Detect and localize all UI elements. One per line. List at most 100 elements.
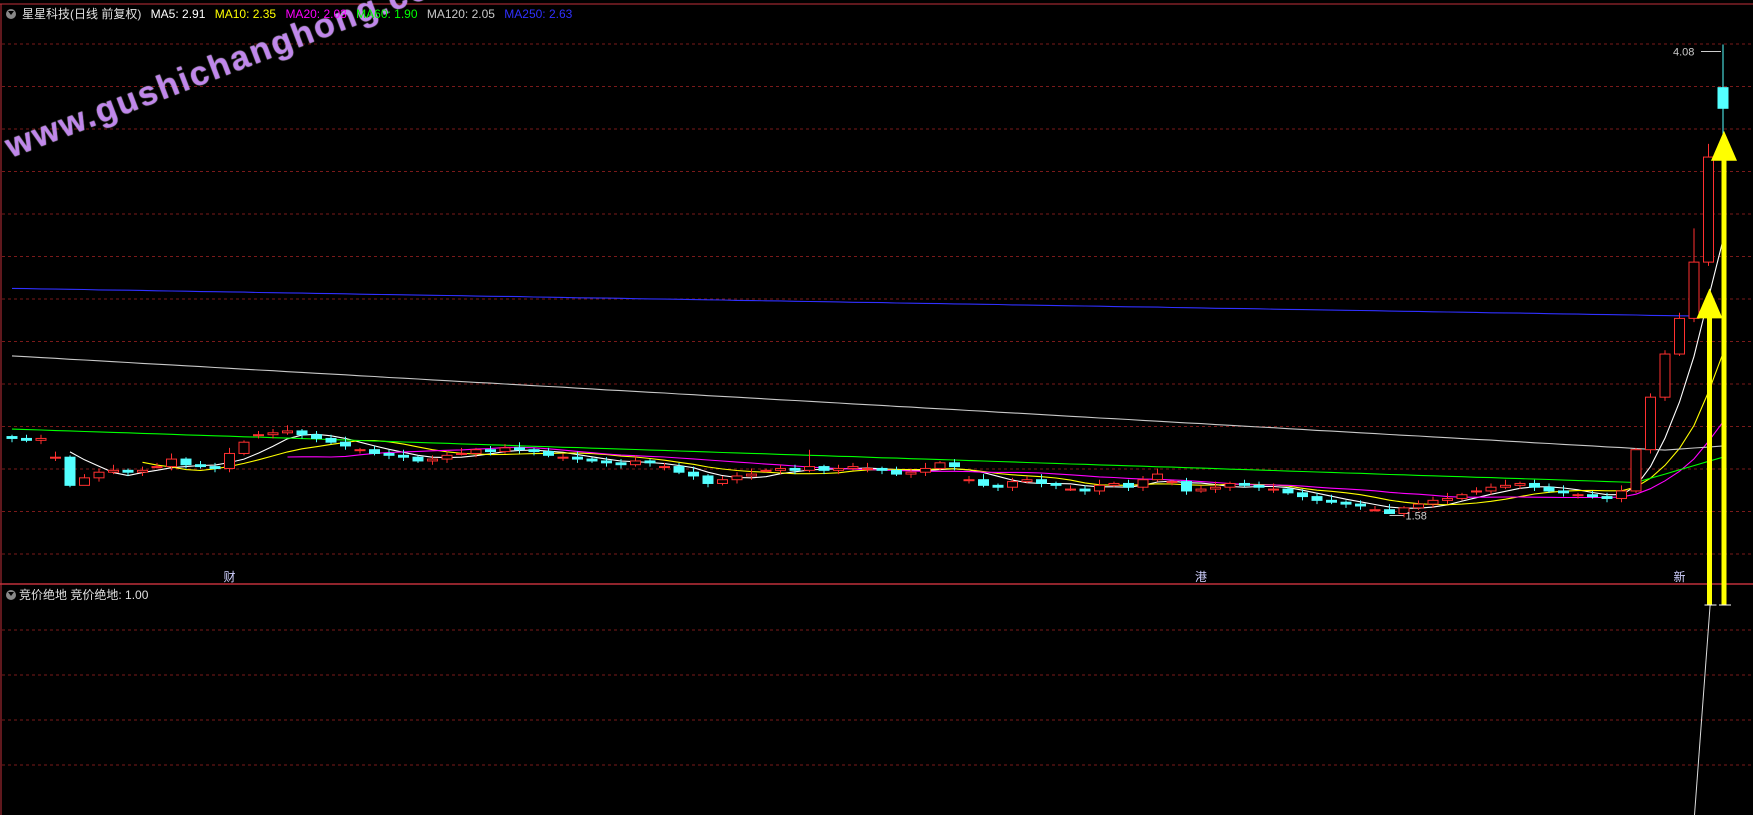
candle-body bbox=[1587, 494, 1598, 498]
candle-body bbox=[1572, 494, 1584, 497]
candle bbox=[1065, 485, 1076, 491]
candle-body bbox=[485, 449, 496, 453]
candle-body bbox=[1340, 501, 1352, 505]
candle bbox=[731, 472, 743, 484]
candle-body bbox=[6, 436, 18, 439]
main-panel-header: 星星科技(日线 前复权) MA5: 2.91 MA10: 2.35 MA20: … bbox=[6, 5, 578, 22]
candle-body bbox=[1688, 261, 1700, 319]
candle-body bbox=[35, 437, 47, 441]
candle-body bbox=[862, 467, 873, 470]
candle-body bbox=[1239, 482, 1250, 486]
candle bbox=[804, 449, 815, 473]
candle-body bbox=[905, 471, 917, 475]
candle bbox=[195, 460, 206, 469]
candle-body bbox=[688, 471, 699, 477]
candle-body bbox=[1413, 503, 1424, 509]
candle-body bbox=[21, 437, 32, 441]
candle-body bbox=[1485, 486, 1497, 492]
candle bbox=[644, 459, 656, 467]
candle-body bbox=[731, 475, 743, 481]
candle-body bbox=[528, 449, 540, 453]
candle bbox=[1456, 492, 1468, 501]
ma-line-ma120 bbox=[11, 355, 1724, 451]
candle-body bbox=[543, 451, 554, 456]
candle bbox=[296, 429, 308, 439]
candle-body bbox=[746, 473, 757, 477]
candle-body bbox=[1224, 482, 1236, 488]
candle-body bbox=[151, 466, 163, 469]
collapse-icon[interactable] bbox=[6, 9, 16, 19]
candle bbox=[50, 451, 61, 461]
event-marker[interactable]: 港 bbox=[1195, 570, 1207, 584]
candle bbox=[1137, 475, 1149, 491]
candle-body bbox=[253, 434, 264, 437]
candle-body bbox=[833, 467, 844, 471]
candle bbox=[224, 447, 235, 473]
candle-body bbox=[978, 479, 989, 486]
candle-body bbox=[1659, 353, 1671, 398]
candle bbox=[876, 466, 888, 475]
annotations: 4.08 1.58 财 港 新 bbox=[224, 47, 1721, 815]
candle-body bbox=[340, 441, 351, 447]
candle-body bbox=[93, 471, 105, 479]
candle-body bbox=[238, 441, 250, 454]
candle-body bbox=[1514, 482, 1526, 486]
high-label: 4.08 bbox=[1673, 47, 1694, 59]
candle-body bbox=[1384, 509, 1395, 514]
candle bbox=[978, 474, 989, 488]
candle bbox=[717, 475, 728, 486]
candle-body bbox=[166, 458, 177, 468]
ma120-label: MA120: 2.05 bbox=[426, 7, 495, 21]
candle-body bbox=[267, 432, 279, 436]
candle-body bbox=[195, 464, 206, 468]
candle bbox=[1094, 479, 1105, 495]
candle bbox=[340, 436, 351, 450]
candle-body bbox=[1137, 479, 1149, 488]
candle bbox=[1239, 479, 1250, 488]
event-marker[interactable]: 新 bbox=[1674, 569, 1686, 584]
candle-body bbox=[1094, 484, 1105, 492]
candle-body bbox=[282, 430, 293, 434]
candle bbox=[586, 457, 598, 463]
candle-body bbox=[1326, 499, 1337, 503]
candle bbox=[1007, 477, 1018, 491]
candle-body bbox=[572, 456, 583, 460]
candle-body bbox=[1036, 479, 1047, 484]
candle-body bbox=[1181, 481, 1192, 492]
candle-body bbox=[470, 449, 482, 454]
candle-body bbox=[1500, 484, 1511, 488]
ma250-label: MA250: 2.63 bbox=[504, 7, 573, 21]
sub-panel-title: 竞价绝地 bbox=[19, 588, 68, 602]
candle-body bbox=[1065, 488, 1076, 491]
candle bbox=[1688, 228, 1700, 323]
candle bbox=[1558, 485, 1569, 497]
candle bbox=[383, 449, 395, 460]
candle-body bbox=[1282, 488, 1294, 494]
collapse-icon[interactable] bbox=[6, 590, 16, 600]
candle bbox=[920, 462, 931, 476]
signal-arrows bbox=[1696, 130, 1737, 606]
candle bbox=[760, 468, 772, 473]
candle-body bbox=[1543, 486, 1555, 492]
candle-body bbox=[1050, 482, 1062, 486]
candle bbox=[21, 434, 32, 443]
candle bbox=[1195, 485, 1207, 493]
event-marker[interactable]: 财 bbox=[224, 570, 236, 584]
candle bbox=[137, 466, 148, 476]
candle-body bbox=[630, 460, 641, 466]
candle-body bbox=[702, 475, 714, 484]
candle-body bbox=[1311, 496, 1323, 501]
candle-body bbox=[934, 462, 946, 469]
kline-chart[interactable]: 4.08 1.58 财 港 新 bbox=[0, 0, 1753, 815]
candle-body bbox=[615, 462, 627, 466]
candle bbox=[1050, 481, 1062, 490]
candle-body bbox=[920, 467, 931, 473]
candle bbox=[369, 445, 380, 456]
candle-body bbox=[1355, 503, 1366, 507]
arrow-right-head bbox=[1711, 130, 1737, 161]
candle bbox=[1311, 492, 1323, 505]
candle bbox=[1326, 494, 1337, 505]
candle-body bbox=[760, 469, 772, 472]
candle-body bbox=[1123, 482, 1134, 488]
candle-body bbox=[1456, 494, 1468, 499]
